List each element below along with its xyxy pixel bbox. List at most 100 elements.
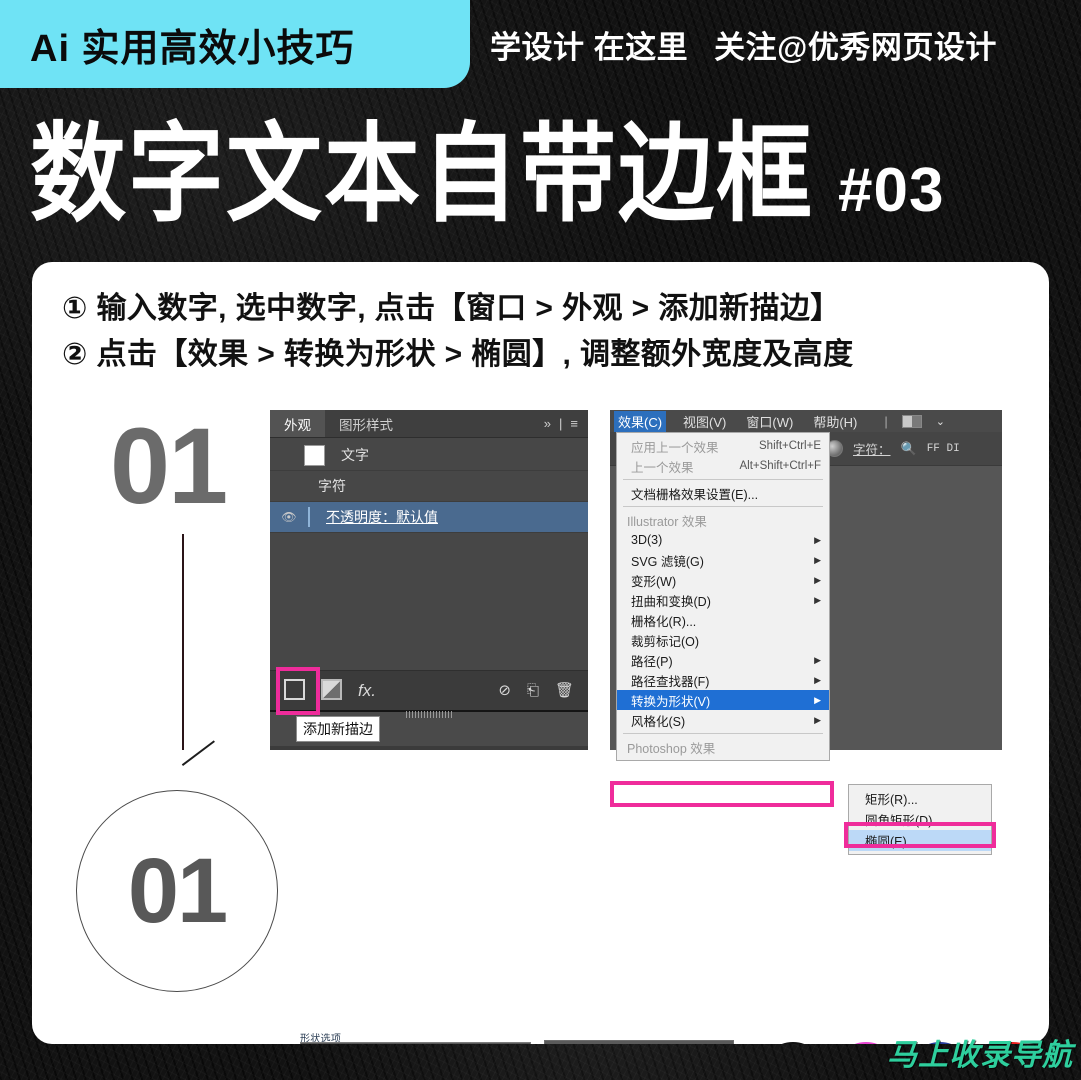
appearance-panel-toolbar: fx. ⊘ ⎗ 🗑	[270, 667, 588, 715]
menu-separator	[623, 733, 823, 734]
chevron-right-icon: ▶	[814, 654, 821, 665]
tab-appearance[interactable]: 外观	[270, 410, 325, 437]
submenu-item-rounded-rectangle[interactable]: 圆角矩形(D)...	[849, 809, 991, 830]
search-icon[interactable]: 🔍	[901, 441, 917, 457]
menu-item-last-effect-accel: Alt+Shift+Ctrl+F	[739, 460, 822, 472]
delete-item-icon[interactable]: 🗑	[555, 683, 574, 698]
menu-item-crop-marks[interactable]: 裁剪标记(O)	[617, 630, 829, 650]
result-circle-preview: 01	[76, 790, 278, 992]
submenu-item-rectangle[interactable]: 矩形(R)...	[849, 788, 991, 809]
tab-graphic-styles-label: 图形样式	[339, 417, 393, 433]
add-new-fill-icon[interactable]	[321, 678, 342, 703]
steps-list: ① 输入数字, 选中数字, 点击【窗口 > 外观 > 添加新描边】 ② 点击【效…	[32, 262, 1049, 377]
menu-item-svg-filters-label: SVG 滤镜(G)	[631, 554, 704, 569]
menu-group-photoshop-effects: Photoshop 效果	[617, 737, 829, 757]
menu-item-svg-filters[interactable]: SVG 滤镜(G) ▶	[617, 550, 829, 570]
menu-item-raster-settings-label: 文档栅格效果设置(E)...	[631, 487, 759, 502]
menu-item-stylize-label: 风格化(S)	[631, 714, 686, 729]
panel-header-icons: » | ≡	[544, 410, 588, 437]
appearance-panel-tabs: 外观 图形样式 » | ≡	[270, 410, 588, 438]
submenu-item-rounded-rectangle-label: 圆角矩形(D)...	[865, 814, 943, 828]
menu-item-rasterize[interactable]: 栅格化(R)...	[617, 610, 829, 630]
menu-item-path[interactable]: 路径(P) ▶	[617, 650, 829, 670]
convert-to-shape-submenu: 矩形(R)... 圆角矩形(D)... 椭圆(E)...	[848, 784, 992, 855]
header-right-group: 学设计 在这里 关注@优秀网页设计	[490, 0, 997, 88]
menu-item-convert-to-shape-label: 转换为形状(V)	[631, 694, 711, 709]
clear-appearance-icon[interactable]: ⊘	[498, 683, 511, 698]
header: Ai 实用高效小技巧 学设计 在这里 关注@优秀网页设计	[0, 0, 1081, 90]
shape-options-dialog: 形状 (S)： 椭圆 ▾ 选项 大小： 绝对 (A) 相对 (R) 额外宽度 (…	[300, 1042, 531, 1044]
number-circle-01: 01	[761, 1042, 824, 1044]
row-indicator-bar	[308, 507, 310, 527]
menu-item-last-effect: 上一个效果 Alt+Shift+Ctrl+F	[617, 456, 829, 476]
down-arrow-icon	[172, 534, 232, 766]
menu-group-illustrator-effects: Illustrator 效果	[617, 510, 829, 530]
menu-item-apply-last-effect-label: 应用上一个效果	[631, 440, 719, 455]
appearance-panel-screenshot: 外观 图形样式 » | ≡ 文字 字符 👁 不透明度：默认值 fx. ⊘ ⎗ 🗑…	[270, 410, 588, 750]
title-row: 数字文本自带边框 #03	[30, 108, 1050, 230]
appearance-item-list: 文字 字符 👁 不透明度：默认值	[270, 438, 588, 670]
visibility-eye-icon[interactable]: 👁	[276, 510, 302, 524]
menu-item-warp[interactable]: 变形(W) ▶	[617, 570, 829, 590]
divider-icon: |	[559, 416, 563, 431]
step-2: ② 点击【效果 > 转换为形状 > 椭圆】, 调整额外宽度及高度	[62, 337, 854, 371]
menu-item-pathfinder-label: 路径查找器(F)	[631, 674, 710, 689]
chevron-right-icon: ▶	[814, 714, 821, 725]
scroll-handle[interactable]	[406, 711, 452, 718]
menu-item-3d[interactable]: 3D(3) ▶	[617, 530, 829, 550]
menu-group-photoshop-effects-label: Photoshop 效果	[627, 741, 716, 756]
appearance-row-text-label: 文字	[341, 447, 369, 463]
convert-to-shape-highlight	[610, 781, 834, 807]
chevron-down-icon[interactable]: ⌄	[936, 415, 945, 428]
add-new-stroke-tooltip: 添加新描边	[296, 716, 380, 742]
submenu-item-ellipse[interactable]: 椭圆(E)...	[849, 830, 991, 851]
expand-panel-icon[interactable]: »	[544, 416, 551, 431]
tab-appearance-label: 外观	[284, 417, 311, 433]
stroke-weight-bar: 描边： ⇅ 1 pt ▾	[545, 1041, 733, 1044]
chevron-right-icon: ▶	[814, 674, 821, 685]
chevron-right-icon: ▶	[814, 554, 821, 565]
appearance-row-opacity-label: 不透明度：默认值	[326, 509, 438, 525]
menu-item-raster-settings[interactable]: 文档栅格效果设置(E)...	[617, 483, 829, 503]
menubar-window[interactable]: 窗口(W)	[743, 411, 796, 432]
font-family-value[interactable]: FF DI	[927, 443, 960, 455]
effect-dropdown-menu: 应用上一个效果 Shift+Ctrl+E 上一个效果 Alt+Shift+Ctr…	[616, 432, 830, 761]
appearance-row-text[interactable]: 文字	[270, 440, 588, 471]
watermark: 马上收录导航	[887, 1039, 1073, 1072]
menu-item-warp-label: 变形(W)	[631, 574, 677, 589]
menubar-view[interactable]: 视图(V)	[680, 411, 729, 432]
workspace-switcher-icon[interactable]	[901, 414, 922, 428]
menubar-effect[interactable]: 效果(C)	[614, 410, 667, 432]
menu-item-last-effect-label: 上一个效果	[631, 460, 694, 475]
page-title: 数字文本自带边框	[30, 114, 814, 235]
result-circle-label: 01	[127, 839, 228, 942]
chevron-right-icon: ▶	[814, 534, 821, 545]
menu-item-apply-last-effect: 应用上一个效果 Shift+Ctrl+E	[617, 436, 829, 456]
tab-graphic-styles[interactable]: 图形样式	[325, 410, 407, 437]
fx-icon[interactable]: fx.	[358, 682, 376, 699]
menu-item-pathfinder[interactable]: 路径查找器(F) ▶	[617, 670, 829, 690]
shape-select-row: 形状 (S)： 椭圆 ▾	[301, 1043, 530, 1044]
stroke-weight-screenshot: 描边： ⇅ 1 pt ▾ 16.67% (RGB/GPU 0.25 pt 0.5…	[544, 1040, 734, 1044]
appearance-row-character[interactable]: 字符	[270, 471, 588, 502]
submenu-item-rectangle-label: 矩形(R)...	[865, 793, 918, 807]
step-1: ① 输入数字, 选中数字, 点击【窗口 > 外观 > 添加新描边】	[62, 292, 841, 325]
chevron-right-icon: ▶	[814, 574, 821, 585]
fill-swatch-icon[interactable]	[304, 444, 325, 466]
appearance-row-opacity[interactable]: 👁 不透明度：默认值	[270, 502, 588, 533]
menu-item-stylize[interactable]: 风格化(S) ▶	[617, 710, 829, 730]
menu-item-convert-to-shape[interactable]: 转换为形状(V) ▶	[617, 690, 829, 710]
brand-tab: Ai 实用高效小技巧	[0, 0, 470, 88]
duplicate-item-icon[interactable]: ⎗	[527, 683, 539, 698]
menubar-help[interactable]: 帮助(H)	[810, 411, 860, 432]
menu-separator	[623, 506, 823, 507]
number-circle-cell: 01	[758, 1034, 828, 1044]
brand-tab-label: Ai 实用高效小技巧	[30, 27, 355, 70]
header-tagline: 学设计 在这里	[490, 29, 689, 65]
add-new-stroke-icon[interactable]	[284, 678, 305, 703]
panel-menu-icon[interactable]: ≡	[570, 416, 578, 431]
header-account: 关注@优秀网页设计	[714, 29, 997, 65]
menu-item-distort-transform[interactable]: 扭曲和变换(D) ▶	[617, 590, 829, 610]
title-index-badge: #03	[838, 156, 945, 225]
menu-item-apply-last-effect-accel: Shift+Ctrl+E	[759, 440, 821, 452]
